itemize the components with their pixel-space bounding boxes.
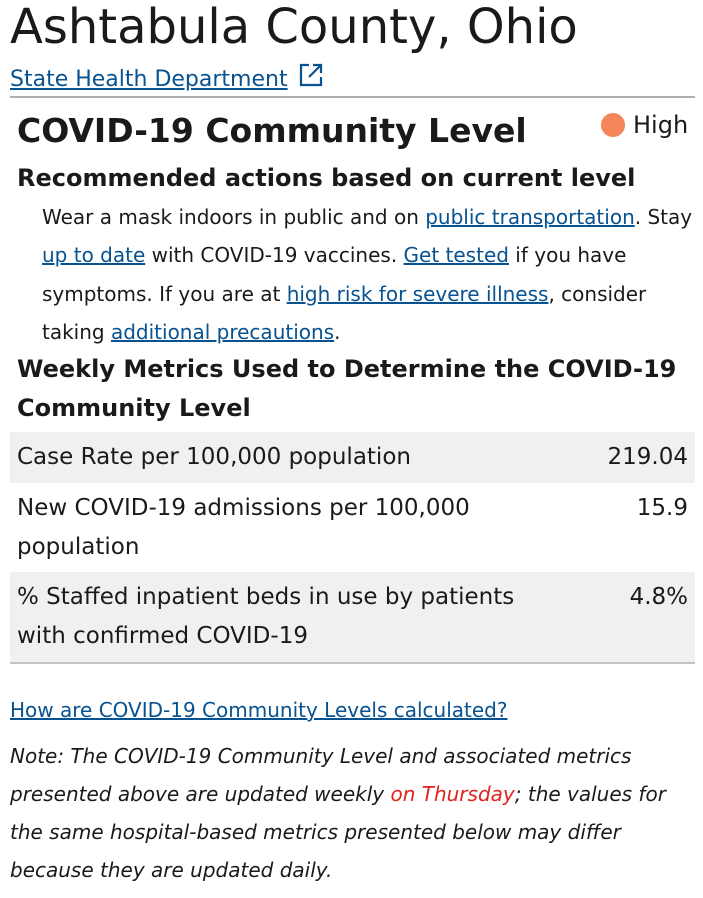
metric-value: 15.9 bbox=[636, 495, 688, 521]
update-note: Note: The COVID-19 Community Level and a… bbox=[10, 737, 700, 889]
metric-label: New COVID-19 admissions per 100,000 popu… bbox=[17, 495, 470, 560]
public-transportation-link[interactable]: public transportation bbox=[425, 205, 635, 229]
high-risk-link[interactable]: high risk for severe illness bbox=[287, 282, 549, 306]
level-indicator-dot-icon bbox=[601, 113, 625, 137]
how-levels-calculated-link[interactable]: How are COVID-19 Community Levels calcul… bbox=[10, 694, 507, 726]
state-health-department-link-text: State Health Department bbox=[10, 67, 288, 92]
header-divider bbox=[10, 96, 695, 98]
actions-text-1: Wear a mask indoors in public and on bbox=[42, 205, 426, 229]
up-to-date-link[interactable]: up to date bbox=[42, 243, 145, 267]
actions-text-6: . bbox=[334, 319, 341, 344]
actions-text-2: . Stay bbox=[634, 205, 693, 229]
recommended-actions-text: Wear a mask indoors in public and on pub… bbox=[42, 198, 694, 351]
weekly-metrics-heading: Weekly Metrics Used to Determine the COV… bbox=[17, 355, 677, 422]
county-page: Ashtabula County, Ohio State Health Depa… bbox=[0, 0, 703, 898]
table-row: New COVID-19 admissions per 100,000 popu… bbox=[10, 483, 695, 572]
additional-precautions-link[interactable]: additional precautions bbox=[111, 320, 334, 344]
note-thursday-highlight: on Thursday bbox=[390, 782, 515, 806]
state-health-department-link[interactable]: State Health Department bbox=[10, 62, 324, 98]
actions-text-3: with COVID-19 vaccines. bbox=[145, 243, 404, 268]
metric-label: Case Rate per 100,000 population bbox=[17, 444, 411, 470]
metric-label: % Staffed inpatient beds in use by patie… bbox=[17, 584, 515, 649]
metric-value: 219.04 bbox=[607, 444, 688, 470]
table-row: Case Rate per 100,000 population 219.04 bbox=[10, 432, 695, 483]
get-tested-link[interactable]: Get tested bbox=[404, 243, 509, 267]
table-row: % Staffed inpatient beds in use by patie… bbox=[10, 572, 695, 662]
community-level-badge: High bbox=[601, 108, 688, 142]
recommended-actions-heading: Recommended actions based on current lev… bbox=[17, 164, 636, 192]
community-level-value: High bbox=[633, 111, 689, 139]
weekly-metrics-table: Case Rate per 100,000 population 219.04 … bbox=[10, 432, 695, 664]
page-title: Ashtabula County, Ohio bbox=[10, 0, 578, 55]
community-level-heading: COVID-19 Community Level bbox=[17, 111, 527, 150]
external-link-icon bbox=[298, 62, 324, 98]
metric-value: 4.8% bbox=[629, 584, 688, 610]
